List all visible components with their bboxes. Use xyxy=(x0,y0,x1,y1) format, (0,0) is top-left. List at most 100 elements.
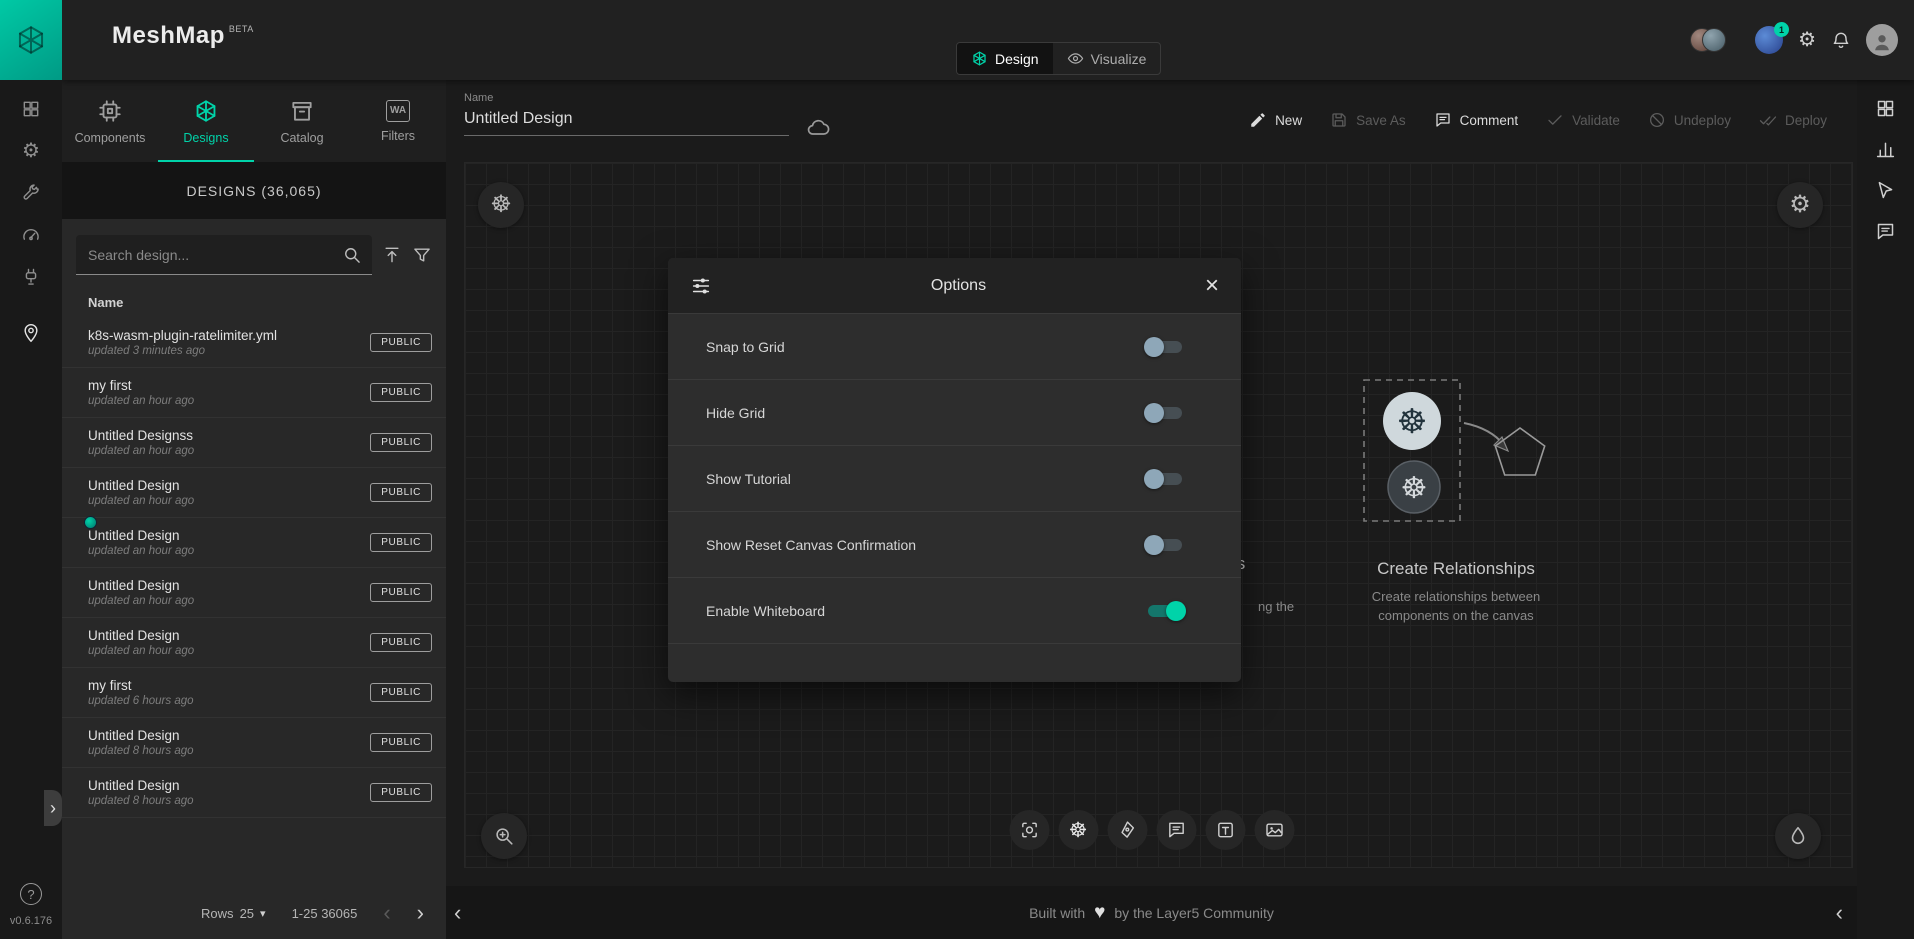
mode-design-button[interactable]: Design xyxy=(957,43,1053,74)
option-label: Hide Grid xyxy=(706,405,1144,421)
theme-drop-button[interactable] xyxy=(1775,813,1821,859)
tab-label: Designs xyxy=(183,131,228,145)
tab-label: Components xyxy=(75,131,146,145)
collapse-left-chevron[interactable]: ‹ xyxy=(454,886,461,939)
deploy-button[interactable]: Deploy xyxy=(1759,111,1827,129)
tab-catalog[interactable]: Catalog xyxy=(254,80,350,162)
validate-button[interactable]: Validate xyxy=(1546,111,1620,129)
design-name: Untitled Designss xyxy=(88,428,370,443)
switch-knob xyxy=(1144,469,1164,489)
brand: MeshMap BETA xyxy=(112,22,254,50)
reset-canvas-confirmation-toggle[interactable] xyxy=(1144,535,1186,555)
design-list-item[interactable]: my firstupdated an hour ago PUBLIC xyxy=(62,368,446,418)
beta-label: BETA xyxy=(229,24,254,34)
mode-toggle: Design Visualize xyxy=(956,42,1161,75)
undeploy-button[interactable]: Undeploy xyxy=(1648,111,1731,129)
search-icon[interactable] xyxy=(342,245,362,265)
save-icon xyxy=(1330,111,1348,129)
text-tool[interactable] xyxy=(1205,810,1245,850)
visibility-badge: PUBLIC xyxy=(370,783,432,802)
action-label: Deploy xyxy=(1785,113,1827,128)
tab-designs[interactable]: Designs xyxy=(158,80,254,162)
search-input[interactable] xyxy=(76,235,372,275)
next-page-button[interactable]: › xyxy=(417,902,424,924)
new-button[interactable]: New xyxy=(1249,111,1302,129)
caret-down-icon: ▾ xyxy=(260,907,266,920)
comment-icon xyxy=(1166,820,1186,840)
media-tool[interactable] xyxy=(1254,810,1294,850)
design-name-input[interactable] xyxy=(464,104,789,136)
cloud-sync-icon[interactable] xyxy=(806,116,830,140)
mesh-icon xyxy=(971,50,988,67)
visibility-badge: PUBLIC xyxy=(370,533,432,552)
visibility-badge: PUBLIC xyxy=(370,683,432,702)
dashboard-icon[interactable] xyxy=(19,97,43,121)
canvas-options-button[interactable]: ⚙ xyxy=(1777,182,1823,228)
dock-chat-icon[interactable] xyxy=(1874,219,1898,243)
tab-components[interactable]: Components xyxy=(62,80,158,162)
kubernetes-tool[interactable]: ☸ xyxy=(1058,810,1098,850)
design-list-item[interactable]: Untitled Designupdated an hour ago PUBLI… xyxy=(62,518,446,568)
dock-grid-icon[interactable] xyxy=(1874,96,1898,120)
design-list-item[interactable]: Untitled Designupdated an hour ago PUBLI… xyxy=(62,468,446,518)
action-label: Save As xyxy=(1356,113,1406,128)
enable-whiteboard-toggle[interactable] xyxy=(1144,601,1186,621)
filter-icon[interactable] xyxy=(412,245,432,265)
scan-icon xyxy=(1019,820,1039,840)
zoom-button[interactable] xyxy=(481,813,527,859)
extensions-icon[interactable] xyxy=(19,265,43,289)
design-list-item[interactable]: Untitled Designssupdated an hour ago PUB… xyxy=(62,418,446,468)
design-list-item[interactable]: my firstupdated 6 hours ago PUBLIC xyxy=(62,668,446,718)
notifications-bell-icon[interactable] xyxy=(1831,30,1851,50)
design-name: k8s-wasm-plugin-ratelimiter.yml xyxy=(88,328,370,343)
option-label: Snap to Grid xyxy=(706,339,1144,355)
comment-button[interactable]: Comment xyxy=(1434,111,1519,129)
prev-page-button[interactable]: ‹ xyxy=(383,902,390,924)
hide-grid-toggle[interactable] xyxy=(1144,403,1186,423)
panel-collapse-handle[interactable]: › xyxy=(44,790,62,826)
rail-bottom: ? v0.6.176 xyxy=(10,883,52,939)
card-description-line: components on the canvas xyxy=(1378,608,1533,623)
mode-visualize-button[interactable]: Visualize xyxy=(1053,43,1161,74)
session-avatar[interactable]: 1 xyxy=(1755,26,1783,54)
rows-per-page-select[interactable]: Rows 25 ▾ xyxy=(201,906,266,921)
show-tutorial-toggle[interactable] xyxy=(1144,469,1186,489)
collapse-right-chevron[interactable]: ‹ xyxy=(1836,886,1843,939)
design-updated: updated 8 hours ago xyxy=(88,745,370,757)
import-design-icon[interactable] xyxy=(382,245,402,265)
comment-tool[interactable] xyxy=(1156,810,1196,850)
design-list-item[interactable]: Untitled Designupdated 8 hours ago PUBLI… xyxy=(62,718,446,768)
save-as-button[interactable]: Save As xyxy=(1330,111,1406,129)
collaborator-avatar[interactable] xyxy=(1702,28,1726,52)
visibility-badge: PUBLIC xyxy=(370,333,432,352)
snap-to-grid-toggle[interactable] xyxy=(1144,337,1186,357)
layer5-logo[interactable] xyxy=(0,0,62,80)
kubernetes-icon: ☸ xyxy=(1069,820,1088,841)
design-updated: updated an hour ago xyxy=(88,595,370,607)
design-updated: updated 8 hours ago xyxy=(88,795,370,807)
help-icon[interactable]: ? xyxy=(20,883,42,905)
component-scan-tool[interactable] xyxy=(1009,810,1049,850)
design-list-item[interactable]: k8s-wasm-plugin-ratelimiter.ymlupdated 3… xyxy=(62,318,446,368)
visibility-badge: PUBLIC xyxy=(370,583,432,602)
lifecycle-icon[interactable]: ⚙ xyxy=(19,139,43,163)
tab-filters[interactable]: WA Filters xyxy=(350,80,446,162)
settings-gear-icon[interactable]: ⚙ xyxy=(1798,30,1816,50)
gear-icon: ⚙ xyxy=(1789,193,1811,217)
k8s-context-button[interactable]: ☸ xyxy=(478,182,524,228)
location-pin-icon[interactable] xyxy=(19,321,43,345)
notification-count-badge: 1 xyxy=(1774,22,1789,37)
check-icon xyxy=(1546,111,1564,129)
design-list-item[interactable]: Untitled Designupdated an hour ago PUBLI… xyxy=(62,618,446,668)
design-list-item[interactable]: Untitled Designupdated 8 hours ago PUBLI… xyxy=(62,768,446,818)
configuration-icon[interactable] xyxy=(19,181,43,205)
dock-gesture-icon[interactable] xyxy=(1874,178,1898,202)
performance-icon[interactable] xyxy=(19,223,43,247)
name-field-label: Name xyxy=(464,92,789,104)
user-avatar[interactable] xyxy=(1866,24,1898,56)
dock-chart-icon[interactable] xyxy=(1874,137,1898,161)
design-list-item[interactable]: Untitled Designupdated an hour ago PUBLI… xyxy=(62,568,446,618)
shapes-pen-tool[interactable] xyxy=(1107,810,1147,850)
close-icon[interactable]: × xyxy=(1205,274,1219,298)
rows-per-page-value: 25 xyxy=(240,906,254,921)
